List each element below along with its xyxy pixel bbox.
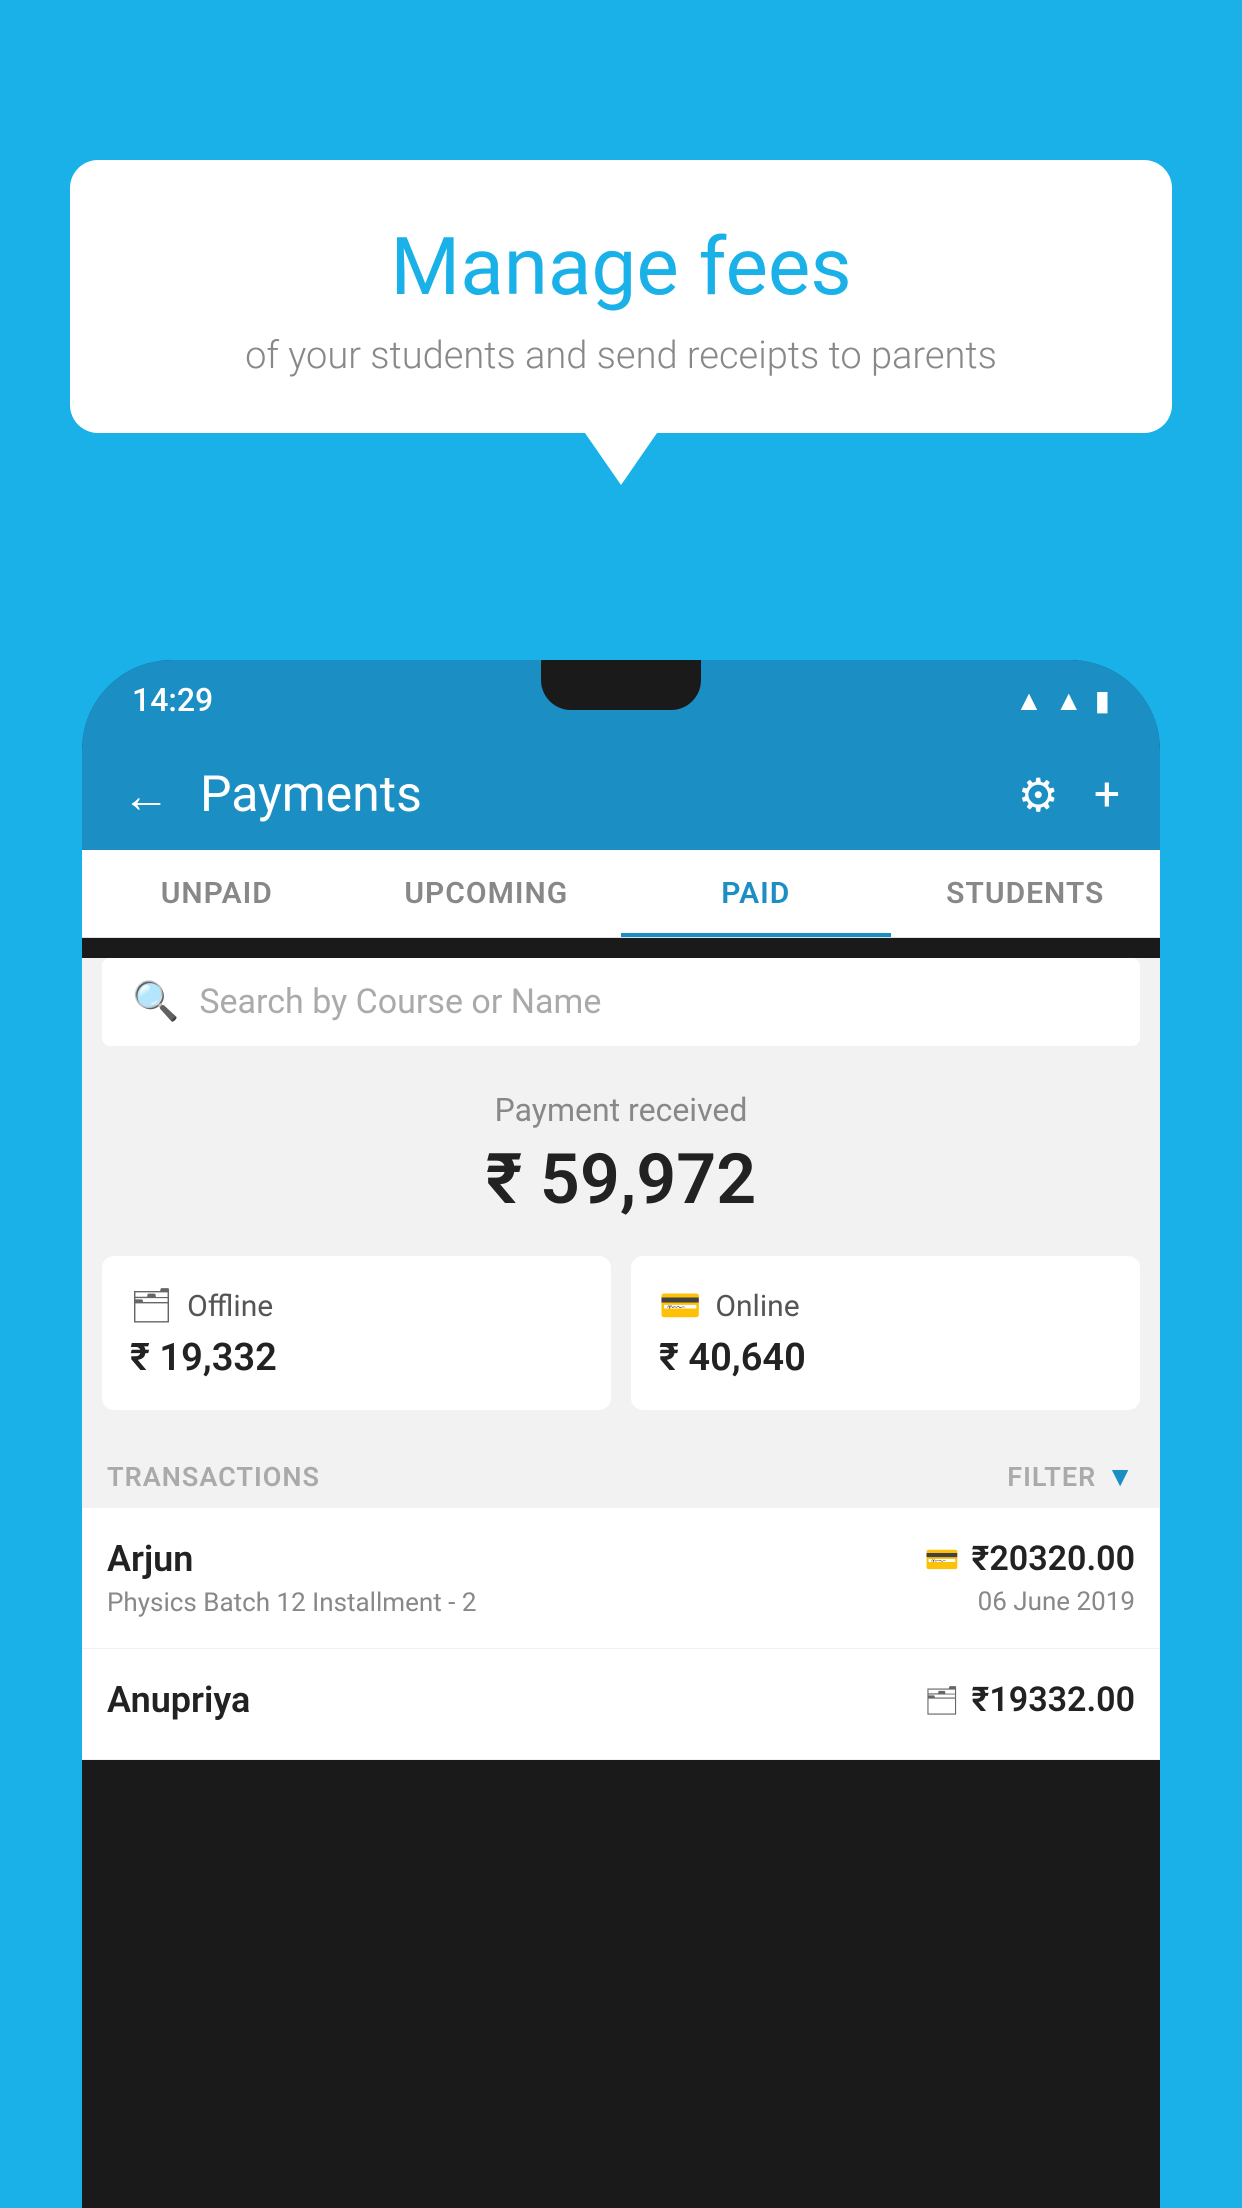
search-placeholder-text: Search by Course or Name (199, 982, 601, 1022)
status-icons: ▲ ▲ ▮ (1015, 684, 1110, 717)
signal-icon: ▲ (1055, 684, 1083, 717)
transaction-date: 06 June 2019 (925, 1587, 1135, 1617)
transaction-amount: ₹20320.00 (972, 1539, 1135, 1579)
transaction-amount-info: 💳 ₹20320.00 06 June 2019 (925, 1539, 1135, 1617)
speech-bubble: Manage fees of your students and send re… (70, 160, 1172, 433)
header-action-icons: ⚙ + (1018, 768, 1120, 823)
transaction-amount: ₹19332.00 (972, 1680, 1135, 1720)
transaction-row[interactable]: Anupriya 🗂 ₹19332.00 (82, 1649, 1160, 1760)
online-amount: ₹ 40,640 (659, 1336, 1112, 1380)
offline-card: 🗂 Offline ₹ 19,332 (102, 1256, 611, 1410)
online-card-header: 💳 Online (659, 1286, 1112, 1326)
transaction-amount-info: 🗂 ₹19332.00 (924, 1680, 1135, 1728)
transaction-row[interactable]: Arjun Physics Batch 12 Installment - 2 💳… (82, 1508, 1160, 1649)
filter-icon: ▼ (1106, 1460, 1135, 1493)
amount-row: 💳 ₹20320.00 (925, 1539, 1135, 1579)
online-label: Online (715, 1289, 799, 1324)
online-icon: 💳 (659, 1286, 701, 1326)
search-bar[interactable]: 🔍 Search by Course or Name (102, 958, 1140, 1046)
tab-unpaid[interactable]: UNPAID (82, 850, 352, 937)
tab-upcoming[interactable]: UPCOMING (352, 850, 622, 937)
add-icon[interactable]: + (1094, 768, 1120, 822)
speech-bubble-subtitle: of your students and send receipts to pa… (120, 334, 1122, 378)
status-bar: 14:29 ▲ ▲ ▮ (82, 660, 1160, 740)
offline-label: Offline (187, 1289, 273, 1324)
phone-notch (541, 660, 701, 710)
amount-row: 🗂 ₹19332.00 (924, 1680, 1135, 1720)
offline-amount: ₹ 19,332 (130, 1336, 583, 1380)
tab-students[interactable]: STUDENTS (891, 850, 1161, 937)
transactions-label: TRANSACTIONS (107, 1461, 320, 1493)
back-button[interactable]: ← (122, 767, 170, 824)
offline-card-header: 🗂 Offline (130, 1286, 583, 1326)
app-header: ← Payments ⚙ + (82, 740, 1160, 850)
payment-type-icon: 💳 (925, 1543, 960, 1576)
search-icon: 🔍 (132, 980, 179, 1024)
payment-summary: Payment received ₹ 59,972 (82, 1046, 1160, 1256)
payment-type-icon: 🗂 (924, 1684, 960, 1717)
phone-frame: 14:29 ▲ ▲ ▮ ← Payments ⚙ + UNPAID UPCOMI… (82, 660, 1160, 2208)
wifi-icon: ▲ (1015, 684, 1043, 717)
tab-paid[interactable]: PAID (621, 850, 891, 937)
course-detail: Physics Batch 12 Installment - 2 (107, 1588, 476, 1618)
app-content: 🔍 Search by Course or Name Payment recei… (82, 958, 1160, 1760)
speech-bubble-title: Manage fees (120, 220, 1122, 314)
transactions-header: TRANSACTIONS FILTER ▼ (82, 1440, 1160, 1508)
transaction-info: Arjun Physics Batch 12 Installment - 2 (107, 1538, 476, 1618)
student-name: Arjun (107, 1538, 476, 1580)
filter-button[interactable]: FILTER ▼ (1007, 1460, 1135, 1493)
offline-icon: 🗂 (130, 1286, 173, 1326)
online-card: 💳 Online ₹ 40,640 (631, 1256, 1140, 1410)
payment-label: Payment received (112, 1091, 1130, 1129)
payment-total-amount: ₹ 59,972 (112, 1139, 1130, 1221)
tabs-bar: UNPAID UPCOMING PAID STUDENTS (82, 850, 1160, 938)
status-time: 14:29 (132, 681, 213, 719)
battery-icon: ▮ (1095, 684, 1110, 717)
filter-label: FILTER (1007, 1461, 1096, 1493)
payment-cards: 🗂 Offline ₹ 19,332 💳 Online ₹ 40,640 (82, 1256, 1160, 1440)
settings-icon[interactable]: ⚙ (1018, 768, 1059, 823)
transaction-info: Anupriya (107, 1679, 250, 1729)
page-title: Payments (200, 766, 1018, 824)
student-name: Anupriya (107, 1679, 250, 1721)
